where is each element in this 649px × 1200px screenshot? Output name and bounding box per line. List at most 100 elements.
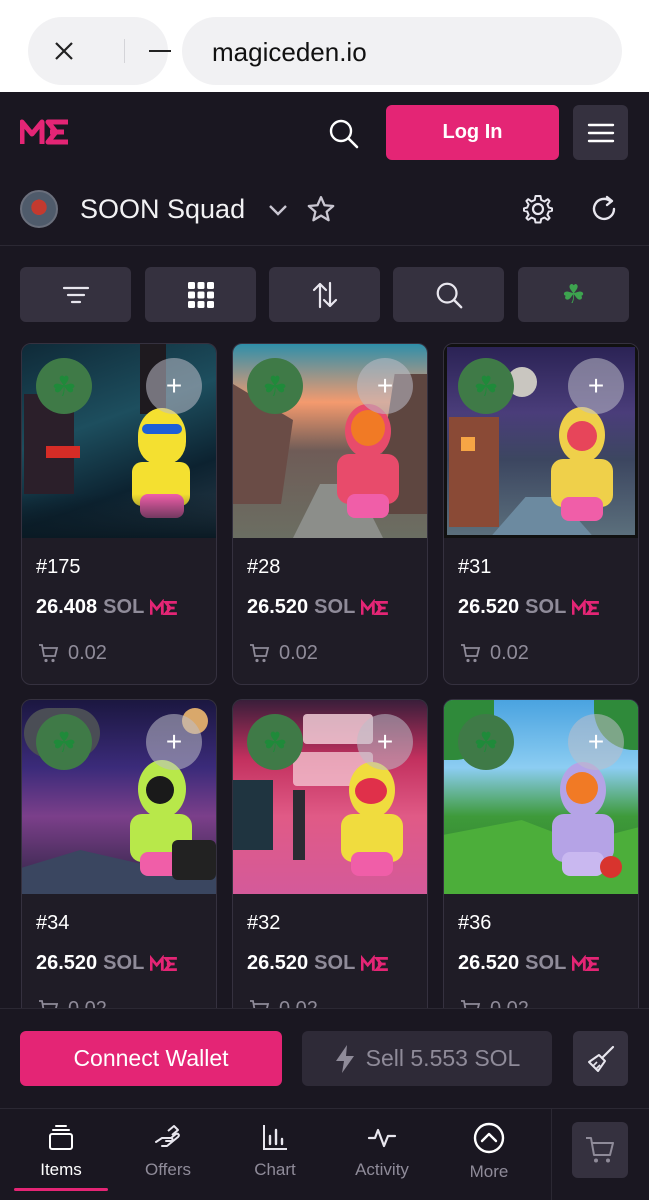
nft-fee: 0.02 [247, 997, 318, 1008]
login-button[interactable]: Log In [386, 105, 559, 160]
minimize-icon[interactable] [149, 50, 171, 52]
lucky-badge-icon[interactable]: ☘ [36, 714, 92, 770]
add-to-cart-icon[interactable]: + [357, 714, 413, 770]
nav-chart[interactable]: Chart [225, 1122, 325, 1180]
hand-icon [155, 1125, 180, 1147]
fee-value: 0.02 [68, 641, 107, 664]
lucky-badge-icon[interactable]: ☘ [458, 358, 514, 414]
nft-price: 26.520 SOL [247, 596, 389, 619]
magic-eden-logo-icon[interactable] [20, 116, 70, 148]
add-to-cart-icon[interactable]: + [146, 714, 202, 770]
magic-eden-logo-icon [572, 954, 600, 971]
nft-card[interactable]: ☘ + #31 26.520 SOL 0.02 [443, 343, 639, 685]
pulse-icon [367, 1128, 397, 1148]
star-icon[interactable] [306, 194, 336, 224]
magic-eden-logo-icon [361, 598, 389, 615]
nft-price: 26.520 SOL [36, 952, 178, 975]
nft-card[interactable]: ☘ + #28 26.520 SOL 0.02 [232, 343, 428, 685]
cart-fee-icon [461, 1000, 481, 1008]
collection-name[interactable]: SOON Squad [80, 194, 245, 225]
nft-price: 26.408 SOL [36, 596, 178, 619]
sweep-button[interactable] [573, 1031, 628, 1086]
price-value: 26.520 [458, 596, 520, 618]
nav-more[interactable]: More [439, 1122, 539, 1182]
price-value: 26.408 [36, 596, 98, 618]
nft-card[interactable]: ☘ + #36 26.520 SOL 0.02 [443, 699, 639, 1008]
price-currency: SOL [525, 596, 567, 618]
lucky-badge-icon[interactable]: ☘ [247, 358, 303, 414]
nft-price: 26.520 SOL [458, 952, 600, 975]
refresh-icon[interactable] [588, 193, 620, 225]
search-icon[interactable] [328, 118, 360, 150]
broom-icon [587, 1045, 614, 1072]
sell-button[interactable]: Sell 5.553 SOL [302, 1031, 552, 1086]
collection-header: SOON Squad [0, 172, 649, 246]
cart-button[interactable] [572, 1122, 628, 1178]
nft-card[interactable]: ☘ + #32 26.520 SOL 0.02 [232, 699, 428, 1008]
bar-chart-icon [263, 1125, 287, 1150]
nav-offers[interactable]: Offers [118, 1122, 218, 1180]
add-to-cart-icon[interactable]: + [568, 358, 624, 414]
address-bar[interactable]: magiceden.io [182, 17, 622, 85]
search-icon [436, 282, 462, 308]
lucky-badge-icon[interactable]: ☘ [458, 714, 514, 770]
magic-eden-logo-icon [572, 598, 600, 615]
nft-fee: 0.02 [247, 641, 318, 665]
nft-card[interactable]: ☘ + #175 26.408 SOL 0.02 [21, 343, 217, 685]
nav-activity[interactable]: Activity [332, 1122, 432, 1180]
sell-label: Sell 5.553 SOL [365, 1045, 521, 1071]
connect-wallet-button[interactable]: Connect Wallet [20, 1031, 282, 1086]
hamburger-icon [587, 123, 614, 142]
stack-icon [49, 1125, 73, 1150]
nav-items[interactable]: Items [11, 1122, 111, 1180]
price-value: 26.520 [458, 952, 520, 974]
fee-value: 0.02 [490, 998, 529, 1009]
search-items-button[interactable] [393, 267, 504, 322]
nav-label: Activity [355, 1160, 409, 1179]
filter-button[interactable] [20, 267, 131, 322]
price-value: 26.520 [36, 952, 98, 974]
lucky-badge-icon[interactable]: ☘ [247, 714, 303, 770]
browser-controls [28, 17, 171, 85]
gear-icon[interactable] [522, 193, 554, 225]
menu-button[interactable] [573, 105, 628, 160]
add-to-cart-icon[interactable]: + [357, 358, 413, 414]
nft-card[interactable]: ☘ + #34 26.520 SOL 0.02 [21, 699, 217, 1008]
magic-eden-logo-icon [150, 598, 178, 615]
browser-bar: magiceden.io [0, 0, 649, 92]
nft-fee: 0.02 [36, 641, 107, 665]
nft-id: #175 [36, 556, 81, 578]
fee-value: 0.02 [279, 641, 318, 664]
add-to-cart-icon[interactable]: + [568, 714, 624, 770]
divider [124, 39, 125, 63]
divider [551, 1108, 552, 1200]
chevron-down-icon[interactable] [266, 198, 290, 222]
add-to-cart-icon[interactable]: + [146, 358, 202, 414]
collection-avatar [20, 190, 58, 228]
active-tab-indicator [14, 1188, 108, 1191]
cart-fee-icon [250, 1000, 270, 1008]
grid-icon [187, 281, 214, 308]
sort-button[interactable] [269, 267, 380, 322]
cart-icon [586, 1137, 614, 1163]
nft-id: #34 [36, 912, 70, 934]
grid-view-button[interactable] [145, 267, 256, 322]
lightning-icon [335, 1044, 354, 1073]
fee-value: 0.02 [490, 641, 529, 664]
chevron-up-circle-icon [473, 1122, 505, 1154]
lucky-buy-button[interactable]: ☘ [518, 267, 629, 322]
magic-eden-logo-icon [150, 954, 178, 971]
cart-fee-icon [250, 644, 270, 663]
price-currency: SOL [103, 596, 145, 618]
price-value: 26.520 [247, 596, 309, 618]
filter-icon [62, 286, 89, 303]
cart-fee-icon [461, 644, 481, 663]
lucky-badge-icon[interactable]: ☘ [36, 358, 92, 414]
cart-fee-icon [39, 644, 59, 663]
close-tab-icon[interactable] [52, 39, 76, 63]
nav-label: More [469, 1162, 509, 1181]
nav-label: Items [40, 1160, 82, 1179]
nft-id: #31 [458, 556, 492, 578]
price-currency: SOL [314, 596, 356, 618]
nft-id: #36 [458, 912, 492, 934]
